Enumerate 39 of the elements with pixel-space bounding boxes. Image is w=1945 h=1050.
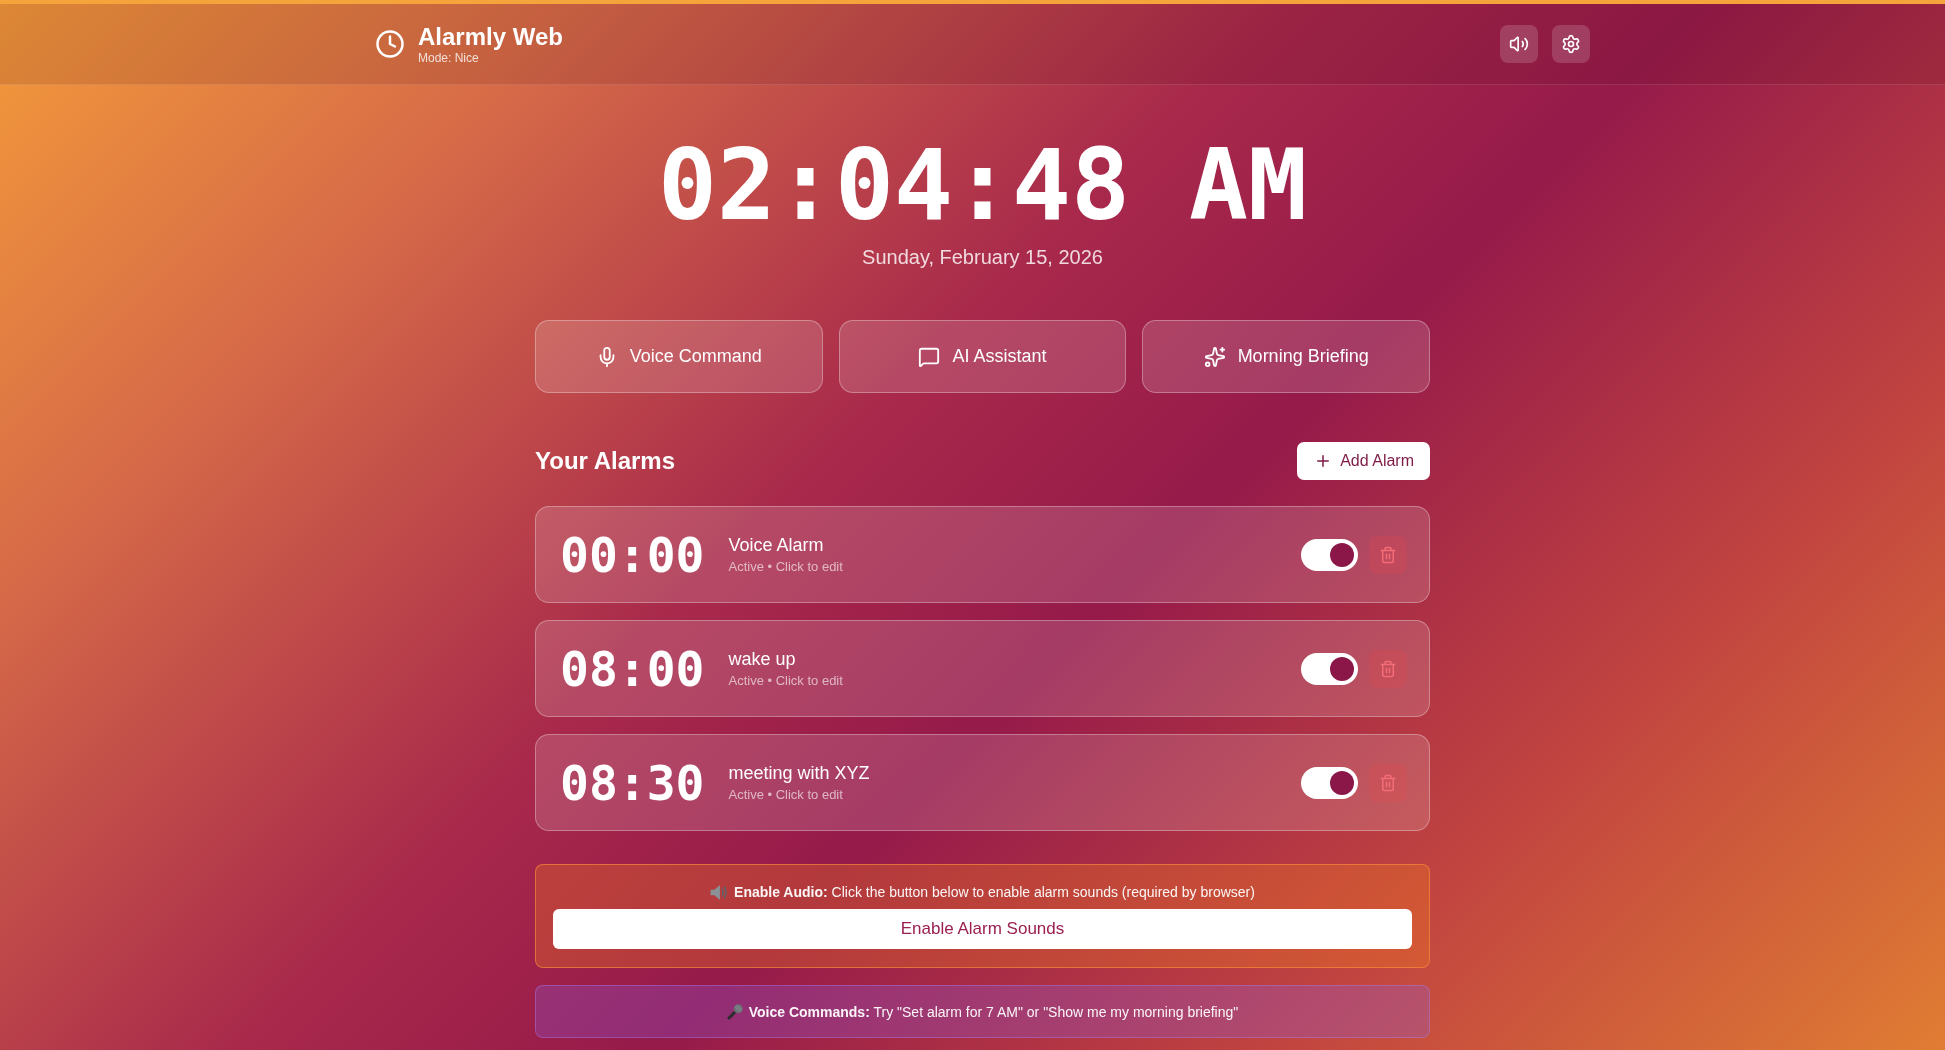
action-button[interactable]: Morning Briefing xyxy=(1142,320,1430,393)
sound-button[interactable] xyxy=(1500,25,1538,63)
alarm-label: wake up xyxy=(728,648,796,670)
alarm-status: Active • Click to edit xyxy=(728,673,843,689)
alarm-label: meeting with XYZ xyxy=(728,762,870,784)
toggle-switch[interactable] xyxy=(1301,538,1358,571)
clock-time: 02:04:48 AM xyxy=(658,129,1307,242)
settings-icon xyxy=(1561,34,1581,54)
app-title: Alarmly Web xyxy=(418,23,563,51)
alarm-card[interactable]: 00:00 Voice Alarm Active • Click to edit xyxy=(535,506,1430,603)
sparkles-icon xyxy=(1203,345,1226,368)
add-alarm-button[interactable]: Add Alarm xyxy=(1297,442,1430,480)
action-button[interactable]: Voice Command xyxy=(535,320,823,393)
alarm-time: 08:00 xyxy=(560,640,705,697)
trash-icon xyxy=(1379,773,1397,792)
alarm-status: Active • Click to edit xyxy=(728,787,843,803)
alarm-card[interactable]: 08:30 meeting with XYZ Active • Click to edit xyxy=(535,734,1430,831)
notice-text: Enable Audio: Click the button below to enable alarm sounds (required by browser) xyxy=(734,883,1255,901)
clock-icon xyxy=(375,29,405,59)
alarm-status: Active • Click to edit xyxy=(728,559,843,575)
trash-icon xyxy=(1379,545,1397,564)
toggle-switch[interactable] xyxy=(1301,766,1358,799)
enable-sounds-button[interactable]: Enable Alarm Sounds xyxy=(553,909,1412,949)
tip-text: Voice Commands: Try "Set alarm for 7 AM" or "Show me my morning briefing" xyxy=(748,1002,1239,1021)
speaker-icon xyxy=(1509,34,1529,54)
section-title: Your Alarms xyxy=(535,447,676,475)
speaker-icon xyxy=(710,884,729,900)
date-label: Sunday, February 15, 2026 xyxy=(862,245,1103,269)
alarm-time: 08:30 xyxy=(560,754,705,811)
chat-bubble-icon xyxy=(918,345,941,368)
alarm-card[interactable]: 08:00 wake up Active • Click to edit xyxy=(535,620,1430,717)
toggle-switch[interactable] xyxy=(1301,652,1358,685)
settings-button[interactable] xyxy=(1552,25,1590,63)
trash-icon xyxy=(1379,659,1397,678)
mode-label: Mode: Nice xyxy=(418,51,480,65)
action-button[interactable]: AI Assistant xyxy=(838,320,1127,393)
alarm-time: 00:00 xyxy=(560,526,705,583)
alarm-label: Voice Alarm xyxy=(728,534,824,556)
microphone-icon xyxy=(726,1003,743,1020)
